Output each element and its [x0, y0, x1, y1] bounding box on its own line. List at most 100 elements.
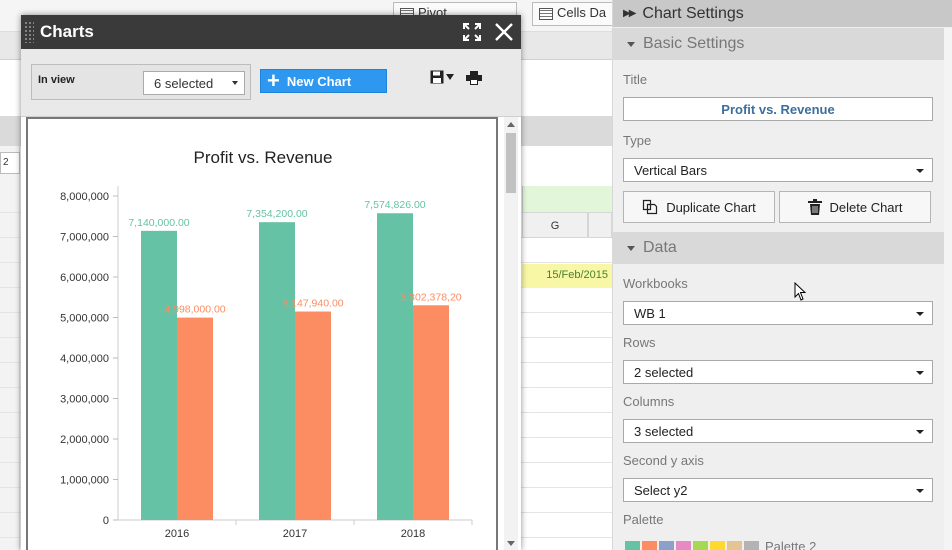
dialog-title: Charts: [40, 22, 94, 41]
y-tick-label: 4,000,000: [60, 353, 109, 365]
chevron-down-icon: [916, 371, 924, 375]
trash-icon: [807, 199, 822, 215]
y-tick-label: 1,000,000: [60, 475, 109, 487]
columns-select[interactable]: 3 selected: [623, 419, 933, 443]
close-icon[interactable]: [493, 21, 515, 43]
scroll-down-icon[interactable]: [507, 541, 515, 546]
collapse-icon: [627, 41, 635, 47]
rows-select[interactable]: 2 selected: [623, 360, 933, 384]
palette-value: Palette 2: [765, 539, 817, 550]
save-icon: [430, 70, 444, 84]
dialog-toolbar: In view 6 selected + New Chart: [21, 49, 521, 117]
new-chart-button[interactable]: + New Chart: [260, 69, 387, 93]
title-field[interactable]: Profit vs. Revenue: [623, 97, 933, 121]
new-chart-label: New Chart: [286, 73, 352, 89]
chart-scrollbar[interactable]: [504, 117, 518, 550]
in-view-select[interactable]: 6 selected: [143, 71, 245, 95]
palette-swatch: [659, 541, 674, 550]
duplicate-chart-button[interactable]: Duplicate Chart: [623, 191, 775, 223]
chart-title: Profit vs. Revenue: [194, 148, 333, 167]
column-header[interactable]: [588, 212, 612, 238]
data-section[interactable]: Data: [613, 232, 945, 264]
workbooks-value: WB 1: [634, 306, 666, 321]
chevron-down-icon: [916, 169, 924, 173]
palette-swatch: [693, 541, 708, 550]
y-tick-label: 3,000,000: [60, 394, 109, 406]
column-header-g[interactable]: G: [522, 212, 588, 238]
second-y-axis-value: Select y2: [634, 483, 688, 498]
save-menu-button[interactable]: [430, 70, 454, 84]
palette-swatch: [744, 541, 759, 550]
mouse-cursor-icon: [794, 282, 807, 301]
in-view-value: 6 selected: [154, 76, 214, 91]
rows-label: Rows: [623, 335, 656, 350]
palette-swatch: [710, 541, 725, 550]
delete-chart-button[interactable]: Delete Chart: [779, 191, 931, 223]
panel-scrollbar[interactable]: [944, 28, 952, 550]
second-y-axis-label: Second y axis: [623, 453, 704, 468]
chevron-down-icon: [916, 430, 924, 434]
y-tick-label: 2,000,000: [60, 434, 109, 446]
charts-dialog: Charts In view 6 selected + New Chart Pr…: [21, 15, 521, 550]
palette-swatch: [642, 541, 657, 550]
cell-reference[interactable]: 2: [0, 152, 20, 174]
type-label: Type: [623, 133, 652, 148]
second-y-axis-select[interactable]: Select y2: [623, 478, 933, 502]
x-tick-label: 2018: [401, 528, 425, 540]
highlighted-cell: [522, 186, 612, 212]
basic-settings-section[interactable]: Basic Settings: [613, 28, 945, 60]
scroll-thumb[interactable]: [506, 133, 516, 193]
y-tick-label: 5,000,000: [60, 313, 109, 325]
bar: [413, 305, 449, 520]
bar: [295, 311, 331, 520]
scroll-up-icon[interactable]: [507, 122, 515, 127]
palette-swatch: [676, 541, 691, 550]
drag-grip-icon[interactable]: [24, 21, 34, 43]
print-button[interactable]: [466, 71, 482, 88]
in-view-group: In view 6 selected: [31, 64, 251, 100]
rows-value: 2 selected: [634, 365, 694, 380]
chevron-down-icon: [916, 489, 924, 493]
columns-value: 3 selected: [634, 424, 694, 439]
chart-settings-header[interactable]: ▶▶ Chart Settings: [613, 0, 952, 27]
bar: [141, 230, 177, 520]
palette-swatch: [625, 541, 640, 550]
cells-button[interactable]: Cells Da: [532, 2, 614, 26]
data-label: 7,354,200.00: [246, 208, 307, 220]
double-chevron-right-icon[interactable]: ▶▶: [623, 8, 636, 19]
chart-canvas: Profit vs. Revenue 0 1,000,000 2,000,000 3,…: [26, 117, 498, 550]
chart-settings-title: Chart Settings: [642, 4, 744, 22]
x-tick-label: 2016: [165, 528, 189, 540]
type-select[interactable]: Vertical Bars: [623, 158, 933, 182]
data-label: 5,147,940.00: [282, 298, 343, 310]
date-cell[interactable]: 15/Feb/2015: [522, 264, 612, 288]
y-tick-label: 6,000,000: [60, 272, 109, 284]
bar-chart: Profit vs. Revenue 0 1,000,000 2,000,000 3,…: [60, 148, 473, 540]
palette-select[interactable]: Palette 2: [625, 539, 816, 550]
palette-label: Palette: [623, 512, 664, 527]
data-label: 5,302,378,20: [400, 291, 461, 303]
chevron-down-icon: [916, 312, 924, 316]
print-icon: [466, 71, 482, 85]
workbooks-label: Workbooks: [623, 276, 688, 291]
chevron-down-icon: [446, 74, 454, 80]
data-label: 7,140,000.00: [128, 217, 189, 229]
cells-label: Cells Da: [557, 5, 607, 20]
collapse-icon: [627, 245, 635, 251]
dialog-titlebar[interactable]: Charts: [21, 15, 521, 49]
cells-icon: [539, 8, 553, 20]
type-value: Vertical Bars: [634, 163, 707, 178]
y-tick-label: 7,000,000: [60, 232, 109, 244]
palette-swatch: [727, 541, 742, 550]
chevron-down-icon: [232, 81, 238, 85]
expand-icon[interactable]: [461, 21, 483, 43]
duplicate-icon: [643, 199, 658, 215]
title-label: Title: [623, 72, 648, 87]
delete-chart-label: Delete Chart: [829, 199, 903, 215]
data-label: 7,574,826.00: [364, 199, 425, 211]
workbooks-select[interactable]: WB 1: [623, 301, 933, 325]
bar: [177, 317, 213, 520]
data-label: 4,998,000.00: [164, 304, 225, 316]
duplicate-chart-label: Duplicate Chart: [666, 199, 756, 215]
x-tick-label: 2017: [283, 528, 307, 540]
